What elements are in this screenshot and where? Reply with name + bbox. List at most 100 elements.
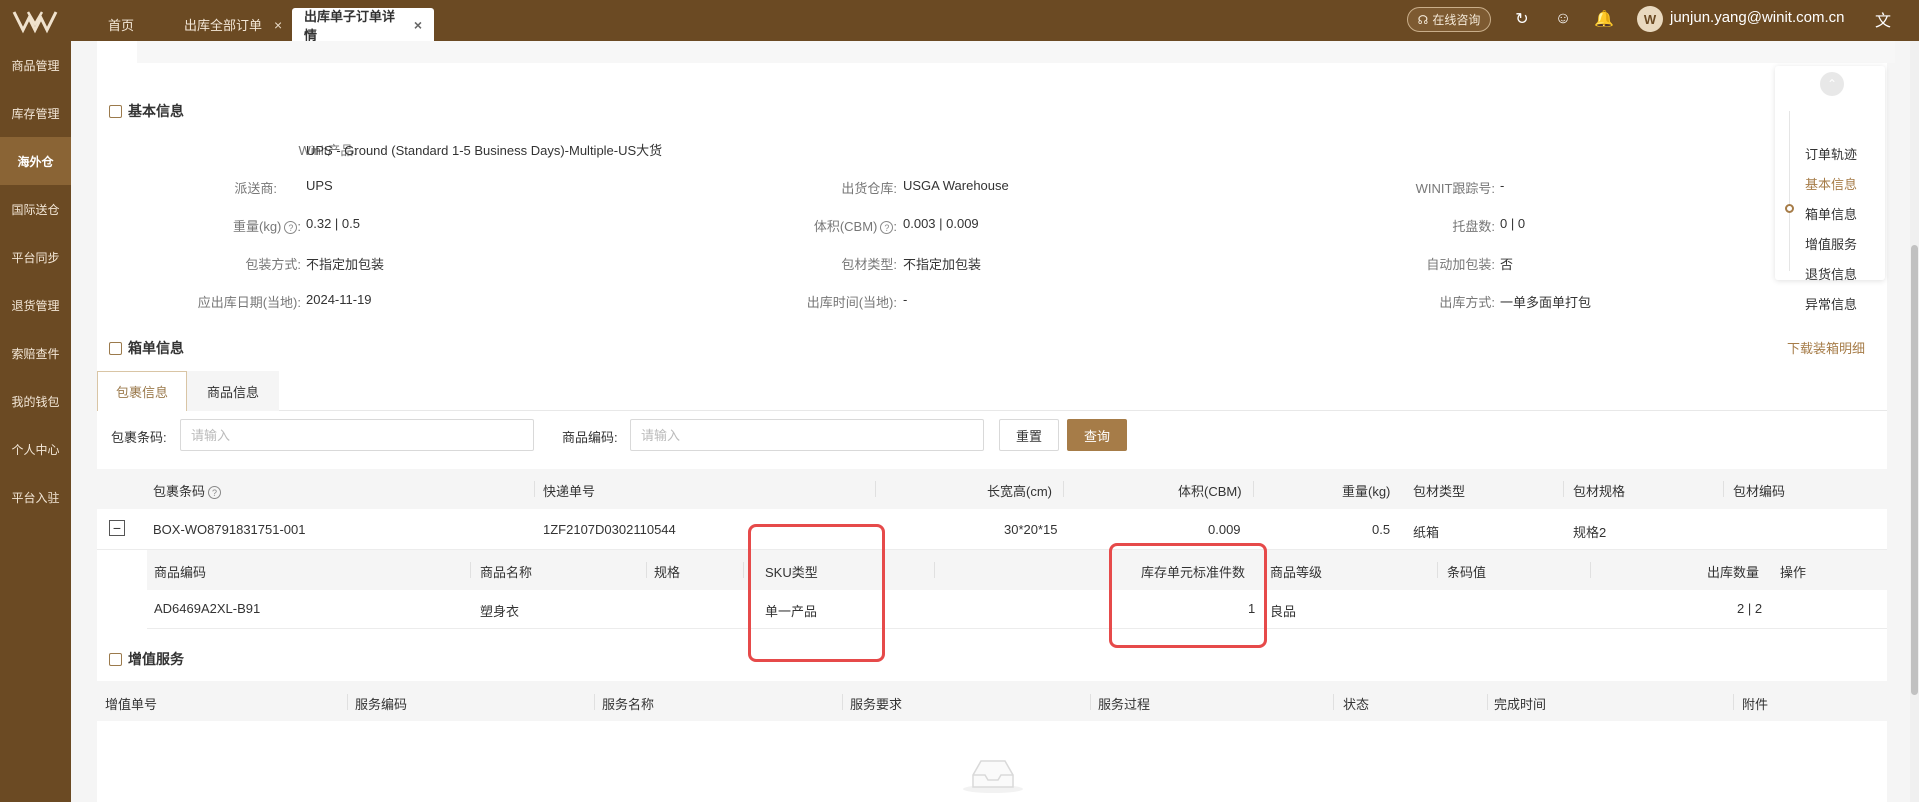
packing-label: 包装方式: [245,257,301,272]
reset-button[interactable]: 重置 [999,419,1059,451]
column-separator [470,562,471,578]
feedback-icon[interactable]: ☺ [1553,9,1573,29]
col-material-type: 包材类型 [1413,484,1466,499]
package-code-input[interactable] [180,419,534,451]
anchor-nav: 订单轨迹 基本信息 箱单信息 增值服务 退货信息 异常信息 [1775,66,1885,312]
warehouse-value: USGA Warehouse [903,178,1009,193]
vas-col-process: 服务过程 [1098,697,1151,712]
avatar[interactable]: W [1637,6,1663,32]
volume-label-text: 体积(CBM) [813,219,878,234]
column-separator [347,694,348,710]
user-email[interactable]: junjun.yang@winit.com.cn [1670,9,1844,26]
tab-home[interactable]: 首页 [96,8,146,41]
column-separator [1437,562,1438,578]
pallet-value: 0 | 0 [1500,216,1526,231]
product-code-input[interactable] [630,419,984,451]
sidebar-item-returns[interactable]: 退货管理 [0,281,71,329]
anchor-basic-info[interactable]: 基本信息 [1805,174,1857,193]
collapse-row-toggle[interactable]: − [109,520,125,536]
sidebar-item-wallet[interactable]: 我的钱包 [0,377,71,425]
material-spec-value-cell: 规格2 [1573,525,1607,540]
vas-col-service-code: 服务编码 [355,697,408,712]
sidebar: 商品管理 库存管理 海外仓 国际送仓 平台同步 退货管理 索赔查件 我的钱包 个… [0,41,71,802]
carrier-label: 派送商: [234,181,277,196]
column-separator [1723,481,1724,497]
anchor-box-info[interactable]: 箱单信息 [1805,204,1857,223]
sidebar-item-overseas-warehouse[interactable]: 海外仓 [0,137,71,185]
sidebar-item-products[interactable]: 商品管理 [0,41,71,89]
column-separator [743,562,744,578]
sidebar-item-label: 库存管理 [11,106,60,121]
tab-divider [97,410,1887,411]
anchor-nav-line [1789,111,1790,271]
close-icon[interactable]: × [414,17,422,33]
empty-inbox-icon [963,760,1023,793]
help-icon[interactable]: ? [208,486,222,500]
auto-pack-value: 否 [1500,257,1514,272]
out-time-value: - [903,292,908,307]
tab-package-info[interactable]: 包裹信息 [97,371,187,411]
weight-label: 重量(kg)?: [232,219,301,235]
download-packing-details-link[interactable]: 下载装箱明细 [1787,338,1865,357]
basic-info-title-text: 基本信息 [128,103,184,119]
tab-all-outbound-orders[interactable]: 出库全部订单 × [172,8,294,41]
tab-sub-order-detail-label: 出库单子订单详情 [304,8,396,43]
col-material-code: 包材编码 [1733,484,1786,499]
sidebar-item-claims[interactable]: 索赔查件 [0,329,71,377]
column-separator [1090,694,1091,710]
auto-pack-label: 自动加包装: [1426,257,1495,272]
column-separator [934,562,935,578]
search-button-label: 查询 [1083,428,1110,444]
column-separator [842,694,843,710]
refresh-icon[interactable]: ↻ [1512,9,1532,29]
anchor-exceptions[interactable]: 异常信息 [1805,294,1857,313]
sidebar-item-platform-sync[interactable]: 平台同步 [0,233,71,281]
anchor-order-track[interactable]: 订单轨迹 [1805,144,1857,163]
language-icon[interactable]: 文 [1873,9,1893,30]
bell-icon[interactable]: 🔔 [1594,9,1614,29]
sidebar-item-profile[interactable]: 个人中心 [0,425,71,473]
previous-section-tail [137,41,1895,63]
row-divider [147,628,1887,629]
subcol-grade: 商品等级 [1270,565,1323,580]
tab-product-info-label: 商品信息 [206,384,259,400]
help-icon[interactable]: ? [880,221,894,235]
anchor-returns[interactable]: 退货信息 [1805,264,1857,283]
sidebar-item-label: 商品管理 [11,58,60,73]
basic-info-title: 基本信息 [109,101,184,121]
product-value: UPS - Ground (Standard 1-5 Business Days… [306,143,663,158]
sidebar-item-label: 平台入驻 [11,490,60,505]
package-code-value: BOX-WO8791831751-001 [153,522,306,537]
volume-label: 体积(CBM)?: [813,219,897,235]
column-separator [1590,562,1591,578]
weight-value-cell: 0.5 [1372,522,1391,537]
tab-sub-order-detail[interactable]: 出库单子订单详情 × [292,8,434,43]
close-icon[interactable]: × [274,17,282,33]
sidebar-item-label: 个人中心 [11,442,60,457]
detail-card: 基本信息 Winit产品: UPS - Ground (Standard 1-5… [97,41,1895,802]
subcol-spec: 规格 [654,565,681,580]
sidebar-item-inventory[interactable]: 库存管理 [0,89,71,137]
tab-product-info[interactable]: 商品信息 [187,371,279,411]
grade-cell: 良品 [1270,604,1297,619]
column-separator [1253,481,1254,497]
column-separator [1487,694,1488,710]
weight-value: 0.32 | 0.5 [306,216,360,231]
sidebar-item-platform-onboarding[interactable]: 平台入驻 [0,473,71,521]
online-consult-button[interactable]: ☊ 在线咨询 [1407,7,1491,32]
active-anchor-dot [1785,204,1794,213]
package-code-filter-label: 包裹条码: [111,430,167,445]
help-icon[interactable]: ? [284,221,298,235]
winit-logo[interactable] [12,8,58,34]
search-button[interactable]: 查询 [1067,419,1127,451]
vas-col-attachment: 附件 [1742,697,1769,712]
column-separator [875,481,876,497]
sidebar-item-intl-delivery[interactable]: 国际送仓 [0,185,71,233]
subcol-product-name: 商品名称 [480,565,533,580]
scrollbar-thumb[interactable] [1911,245,1918,695]
column-separator [534,481,535,497]
tab-package-info-label: 包裹信息 [115,385,168,400]
anchor-vas[interactable]: 增值服务 [1805,234,1857,253]
express-no-value: 1ZF2107D0302110544 [543,522,676,537]
chevron-up-icon[interactable]: ⌃ [1820,72,1844,96]
